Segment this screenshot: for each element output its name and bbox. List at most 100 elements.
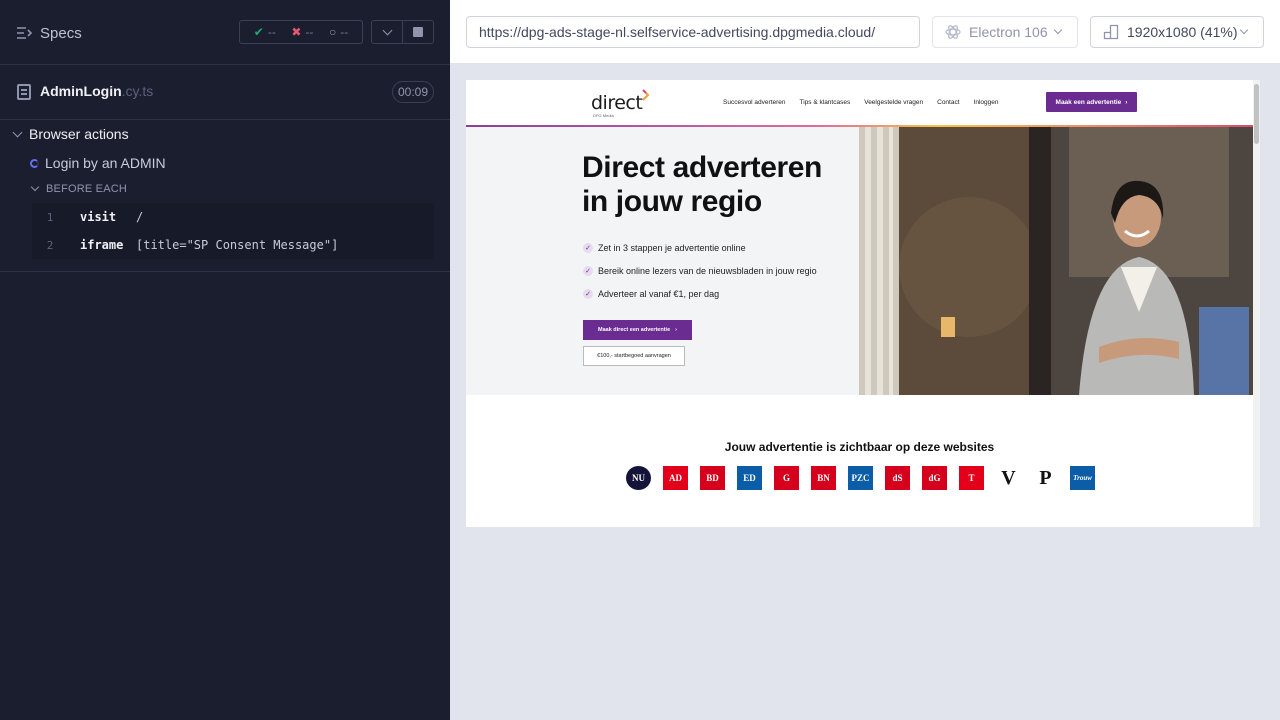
aut-iframe[interactable]: direct DPG Media Succesvol adverteren Ti…: [466, 80, 1260, 527]
command-name: iframe: [80, 238, 124, 252]
site-header: direct DPG Media Succesvol adverteren Ti…: [466, 80, 1253, 127]
benefit-item: ✓ Zet in 3 stappen je advertentie online: [583, 236, 817, 259]
brand-logo: NU: [626, 466, 651, 490]
site-nav-links: Succesvol adverteren Tips & klantcases V…: [723, 99, 998, 106]
nav-link[interactable]: Inloggen: [974, 99, 999, 106]
site-logo[interactable]: direct: [591, 92, 643, 114]
brand-logo: V: [996, 466, 1021, 490]
suite-label: Browser actions: [29, 126, 129, 142]
brand-logo: dS: [885, 466, 910, 490]
command-number: 2: [46, 238, 54, 252]
shop-owner-photo: [859, 127, 1253, 395]
websites-heading: Jouw advertentie is zichtbaar op deze we…: [724, 440, 995, 454]
brand-logo: AD: [663, 466, 688, 490]
test-stats: ✔ -- ✖ -- ○ --: [239, 20, 363, 44]
create-ad-label: Maak direct een advertentie: [598, 327, 671, 333]
suite-title[interactable]: Browser actions: [12, 126, 129, 142]
x-icon: ✖: [291, 25, 302, 39]
command-name: visit: [80, 210, 117, 224]
benefit-list: ✓ Zet in 3 stappen je advertentie online…: [583, 236, 817, 305]
spec-file-ext: .cy.ts: [121, 83, 154, 99]
failed-stat: ✖ --: [291, 25, 313, 39]
electron-icon: [945, 25, 961, 39]
benefit-text: Adverteer al vanaf €1, per dag: [598, 288, 720, 299]
duration-badge: 00:09: [392, 81, 434, 103]
nav-link[interactable]: Contact: [937, 99, 959, 106]
chevron-down-icon: [1053, 25, 1063, 35]
browser-label: Electron 106: [969, 24, 1048, 40]
iframe-scrollbar[interactable]: [1253, 80, 1260, 527]
nav-cta-label: Maak een advertentie: [1055, 98, 1122, 106]
specs-button[interactable]: Specs: [16, 22, 82, 44]
stop-icon: [413, 27, 423, 37]
benefit-text: Bereik online lezers van de nieuwsbladen…: [598, 265, 817, 276]
spec-file-name: AdminLogin.cy.ts: [40, 83, 153, 99]
command-log-panel: Specs ✔ -- ✖ -- ○ -- AdminLogin.cy.ts 00…: [0, 0, 450, 720]
spec-file-row[interactable]: AdminLogin.cy.ts 00:09: [0, 66, 450, 120]
specs-list-icon: [17, 27, 32, 39]
hero-title-line: in jouw regio: [582, 185, 762, 218]
spec-file-basename: AdminLogin: [40, 83, 122, 99]
create-ad-button[interactable]: Maak direct een advertentie ›: [583, 320, 692, 340]
scrollbar-thumb[interactable]: [1254, 84, 1259, 144]
nav-link[interactable]: Veelgestelde vragen: [864, 99, 923, 106]
request-budget-button[interactable]: €100,- startbegoed aanvragen: [583, 346, 685, 366]
logo-subtitle: DPG Media: [593, 113, 614, 118]
brand-logo: G: [774, 466, 799, 490]
check-icon: ✓: [583, 265, 593, 276]
brand-logo: ED: [737, 466, 762, 490]
document-icon: [17, 84, 31, 100]
nav-cta-button[interactable]: Maak een advertentie ›: [1046, 92, 1137, 112]
logo-arrow-icon: [642, 89, 650, 101]
command-row[interactable]: 1 visit /: [32, 203, 434, 231]
hero-photo: [859, 127, 1253, 395]
brand-logos: NU AD BD ED G BN PZC dS dG T V P Trouw: [626, 466, 1095, 490]
aut-header: https://dpg-ads-stage-nl.selfservice-adv…: [450, 0, 1280, 64]
auto-scroll-toggle[interactable]: [371, 20, 403, 44]
chevron-down-icon: [30, 182, 40, 192]
brand-logo: T: [959, 466, 984, 490]
brand-logo: Trouw: [1070, 466, 1095, 490]
browser-selector[interactable]: Electron 106: [932, 16, 1078, 48]
brand-logo: P: [1033, 466, 1058, 490]
brand-logo: PZC: [848, 466, 873, 490]
command-number: 1: [46, 210, 54, 224]
failed-count: --: [305, 25, 314, 39]
passed-stat: ✔ --: [254, 25, 276, 39]
pending-count: --: [340, 25, 349, 39]
hero-title: Direct adverteren in jouw regio: [582, 151, 862, 219]
circle-icon: ○: [328, 25, 337, 39]
nav-link[interactable]: Succesvol adverteren: [723, 99, 786, 106]
reporter-header: Specs ✔ -- ✖ -- ○ --: [0, 0, 450, 65]
brand-logo: BD: [700, 466, 725, 490]
before-each-hook[interactable]: BEFORE EACH: [30, 182, 128, 195]
hook-label: BEFORE EACH: [46, 183, 128, 195]
stop-button[interactable]: [402, 20, 434, 44]
specs-label: Specs: [40, 24, 82, 42]
chevron-right-icon: ›: [1125, 98, 1128, 106]
viewport-size-icon: [1103, 24, 1119, 40]
command-list: 1 visit / 2 iframe [title="SP Consent Me…: [32, 203, 434, 259]
test-label: Login by an ADMIN: [45, 155, 166, 171]
check-icon: ✓: [583, 288, 593, 299]
check-icon: ✓: [583, 242, 593, 253]
running-spinner-icon: [30, 158, 39, 168]
url-bar[interactable]: https://dpg-ads-stage-nl.selfservice-adv…: [466, 16, 920, 48]
benefit-item: ✓ Bereik online lezers van de nieuwsblad…: [583, 259, 817, 282]
chevron-down-icon: [12, 127, 23, 137]
viewport-info[interactable]: 1920x1080 (41%): [1090, 16, 1264, 48]
viewport-label: 1920x1080 (41%): [1127, 24, 1238, 40]
hero-title-line: Direct adverteren: [582, 151, 822, 184]
command-row[interactable]: 2 iframe [title="SP Consent Message"]: [32, 231, 434, 259]
passed-count: --: [267, 25, 276, 39]
divider: [0, 271, 450, 272]
chevron-right-icon: ›: [675, 327, 677, 333]
test-title[interactable]: Login by an ADMIN: [30, 155, 166, 171]
chevron-down-icon: [1239, 25, 1249, 35]
brand-logo: dG: [922, 466, 947, 490]
benefit-text: Zet in 3 stappen je advertentie online: [598, 242, 746, 253]
nav-link[interactable]: Tips & klantcases: [800, 99, 851, 106]
command-message: [title="SP Consent Message"]: [136, 238, 339, 252]
chevron-down-icon: [382, 25, 392, 35]
brand-logo: BN: [811, 466, 836, 490]
